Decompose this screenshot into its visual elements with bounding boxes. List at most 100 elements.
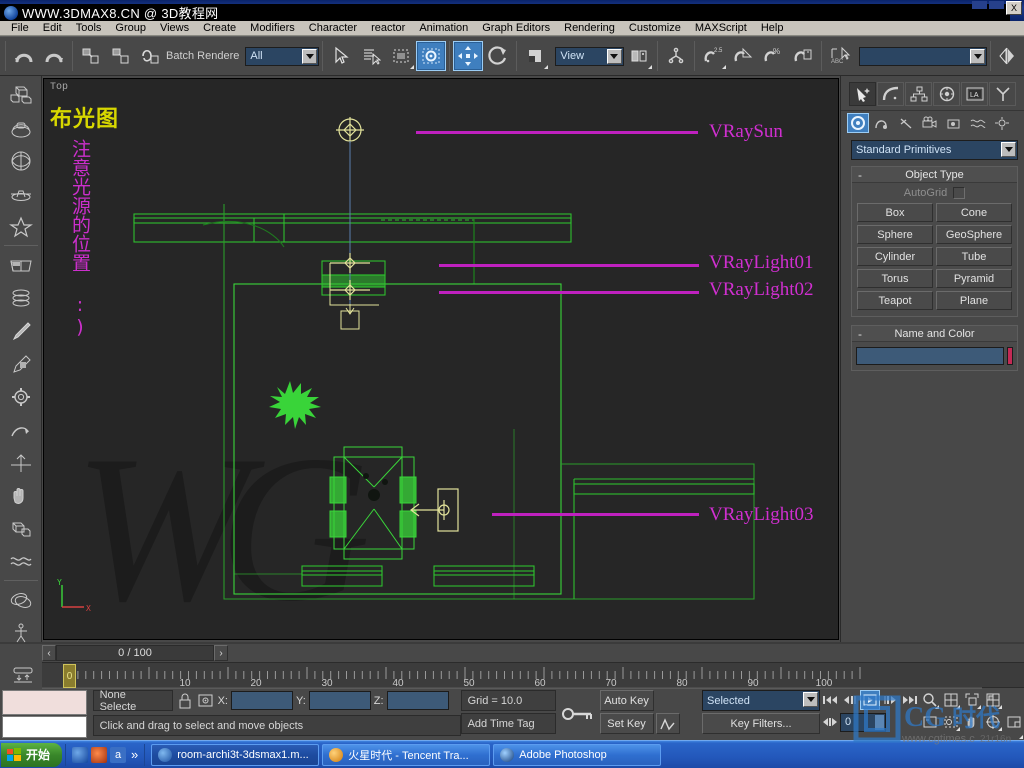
menu-views[interactable]: Views <box>153 21 196 36</box>
maximize-viewport-toggle-icon[interactable] <box>1004 712 1024 732</box>
field-of-view-icon[interactable] <box>920 712 940 732</box>
helper-tool-icon[interactable] <box>4 413 38 446</box>
mirror-icon[interactable] <box>994 41 1024 71</box>
menu-file[interactable]: File <box>4 21 36 36</box>
menu-reactor[interactable]: reactor <box>364 21 412 36</box>
start-button[interactable]: 开始 <box>1 742 63 767</box>
named-selection-sets-icon[interactable] <box>661 41 691 71</box>
window-crossing-toggle-icon[interactable] <box>416 41 447 71</box>
track-bar[interactable]: 0 10 20 30 40 50 60 70 80 90 100 <box>13 662 1024 689</box>
lights-icon[interactable] <box>895 113 917 133</box>
chevron-down-icon[interactable] <box>606 48 622 64</box>
command-panel-tabs[interactable]: LA <box>841 79 1024 110</box>
prev-frame-button[interactable]: ‹ <box>42 645 56 661</box>
torus-knot-icon[interactable] <box>4 583 38 616</box>
wave-tool-icon[interactable] <box>4 545 38 578</box>
transform-type-in-row[interactable]: None Selecte X: Y: Z: <box>89 688 461 713</box>
menu-rendering[interactable]: Rendering <box>557 21 622 36</box>
menu-modifiers[interactable]: Modifiers <box>243 21 302 36</box>
select-by-name-icon[interactable] <box>356 41 386 71</box>
select-and-link-icon[interactable] <box>76 41 106 71</box>
create-category-row[interactable] <box>841 110 1024 138</box>
zoom-all-icon[interactable] <box>941 690 961 710</box>
spinner-snap-toggle-icon[interactable] <box>788 41 818 71</box>
auto-key-button[interactable]: Auto Key <box>599 690 654 711</box>
named-selection-set-combo[interactable] <box>858 46 988 66</box>
minimize-button[interactable] <box>972 1 987 9</box>
zoom-icon[interactable] <box>920 690 940 710</box>
use-pivot-point-center-icon[interactable] <box>520 41 550 71</box>
playback-controls[interactable]: 0 <box>820 688 920 740</box>
command-panel[interactable]: LA Standard Primitives - Object Type Aut… <box>840 76 1024 642</box>
create-sphere-button[interactable]: Sphere <box>857 225 933 244</box>
zoom-extents-all-icon[interactable] <box>983 690 1003 710</box>
chevron-down-icon[interactable] <box>970 48 986 64</box>
word-icon[interactable]: a <box>110 746 127 763</box>
task-3dsmax[interactable]: room-archi3t-3dsmax1.m... <box>151 743 320 766</box>
browser-icon[interactable] <box>72 746 89 763</box>
paint-tool-icon[interactable] <box>4 314 38 347</box>
z-coordinate-input[interactable] <box>386 691 449 710</box>
listener-output-pane[interactable] <box>2 690 87 715</box>
menu-group[interactable]: Group <box>108 21 153 36</box>
set-key-button[interactable]: Set Key <box>599 713 654 734</box>
create-tube-button[interactable]: Tube <box>936 247 1012 266</box>
create-pyramid-button[interactable]: Pyramid <box>936 269 1012 288</box>
pelt-tool-icon[interactable] <box>4 347 38 380</box>
arc-rotate-icon[interactable] <box>983 712 1003 732</box>
select-and-rotate-icon[interactable] <box>483 41 513 71</box>
geometry-icon[interactable] <box>847 113 869 133</box>
absolute-relative-mode-icon[interactable] <box>197 693 215 708</box>
select-and-move-icon[interactable] <box>453 41 484 71</box>
menu-create[interactable]: Create <box>196 21 243 36</box>
taskbar-tasks[interactable]: room-archi3t-3dsmax1.m... 火星时代 - Tencent… <box>151 743 662 766</box>
object-name-input[interactable] <box>856 347 1004 365</box>
autogrid-row[interactable]: AutoGrid <box>857 187 1012 199</box>
name-and-color-header[interactable]: - Name and Color <box>852 326 1017 342</box>
go-to-end-icon[interactable] <box>900 690 920 710</box>
zoom-extents-icon[interactable] <box>962 690 982 710</box>
key-mode-toggle-icon[interactable] <box>556 688 599 740</box>
animation-controls[interactable]: Auto Key Set Key <box>599 688 702 740</box>
primitive-category-combo[interactable]: Standard Primitives <box>851 140 1018 160</box>
cameras-icon[interactable] <box>919 113 941 133</box>
create-teapot-button[interactable]: Teapot <box>857 291 933 310</box>
redo-icon[interactable] <box>39 41 69 71</box>
create-box-button[interactable]: Box <box>857 203 933 222</box>
left-toolbar[interactable] <box>0 76 42 739</box>
hand-tool-icon[interactable] <box>4 479 38 512</box>
go-to-start-icon[interactable] <box>820 690 840 710</box>
spinner-arrows-icon[interactable] <box>875 714 884 730</box>
window-controls[interactable]: X <box>972 1 1022 15</box>
main-toolbar[interactable]: Batch Rendere All View 2.5 % ABC <box>0 36 1024 76</box>
next-frame-button[interactable]: › <box>214 645 228 661</box>
compound-object-icon[interactable] <box>4 281 38 314</box>
mirror-align-icon[interactable] <box>624 41 654 71</box>
pan-hand-icon[interactable] <box>962 712 982 732</box>
create-geosphere-button[interactable]: GeoSphere <box>936 225 1012 244</box>
key-mode-toggle-button[interactable] <box>820 712 840 732</box>
menu-bar[interactable]: File Edit Tools Group Views Create Modif… <box>0 21 1024 36</box>
selection-lock-icon[interactable] <box>176 693 194 709</box>
space-warps-icon[interactable] <box>967 113 989 133</box>
snap-toggle-icon[interactable]: 2.5 <box>698 41 728 71</box>
create-cylinder-button[interactable]: Cylinder <box>857 247 933 266</box>
key-mode-combo[interactable]: Selected <box>702 690 820 711</box>
previous-frame-icon[interactable] <box>840 690 860 710</box>
close-button[interactable]: X <box>1006 1 1022 15</box>
settings-gear-icon[interactable] <box>4 380 38 413</box>
menu-help[interactable]: Help <box>754 21 791 36</box>
next-frame-icon[interactable] <box>880 690 900 710</box>
menu-character[interactable]: Character <box>302 21 364 36</box>
top-viewport[interactable]: WG Top 布光图 注意光源的位置 :) VRaySun VRayLight0… <box>43 78 839 640</box>
edit-named-selection-sets-icon[interactable]: ABC <box>825 41 855 71</box>
maxscript-mini-listener[interactable] <box>0 688 89 740</box>
time-slider[interactable]: 0 / 100 <box>56 645 214 661</box>
axis-helper-icon[interactable] <box>4 446 38 479</box>
box-tool-icon[interactable] <box>4 78 38 111</box>
task-photoshop[interactable]: Adobe Photoshop <box>493 743 662 766</box>
undo-icon[interactable] <box>9 41 39 71</box>
autogrid-checkbox[interactable] <box>953 187 966 199</box>
create-plane-button[interactable]: Plane <box>936 291 1012 310</box>
maximize-button[interactable] <box>989 1 1004 9</box>
